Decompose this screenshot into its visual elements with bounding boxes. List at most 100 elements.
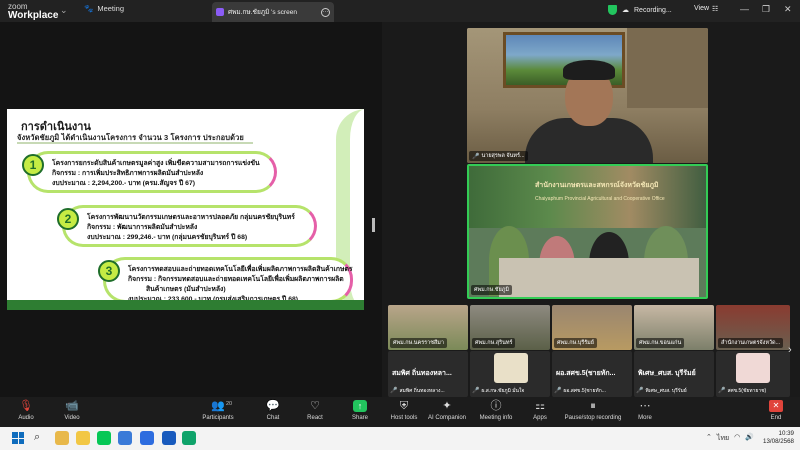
participant-tile[interactable]: ผอ.สศข.5(ชายทัก... 🎤 ผอ.สศข.5(ชายทัก... [552,351,632,397]
wifi-icon[interactable]: ◠ [734,433,740,444]
tab-meeting[interactable]: 🐾 Meeting [84,4,124,13]
thumbnail-nameplate: ศพม.กษ.บุรีรัมย์ [554,338,598,348]
tile-nameplate: 🎤 สศข.5(ชัยทายาช) [718,387,766,395]
chat-icon: 💬 [266,400,280,412]
line-app-icon[interactable] [97,431,111,445]
minimize-icon[interactable]: — [740,4,749,14]
chevron-up-icon[interactable]: ⌃ [706,433,712,444]
video-button[interactable]: 📹 Video [50,400,94,421]
react-label: React [307,415,323,421]
pause-recording-button[interactable]: ⏸ Pause/stop recording [560,400,626,421]
thumbnail-name: สำนักงานเกษตรจังหวัด... [721,340,781,346]
tile-sub-name: สศข.5(ชัยทายาช) [727,388,767,394]
thumbnail-video[interactable]: ศพม.กษ.สุรินทร์ [470,305,550,350]
chrome-icon[interactable] [55,431,69,445]
windows-taskbar: ⌕ ⌃ ไทย ◠ 🔊 10:39 13/08/2568 [0,427,800,450]
ai-companion-label: AI Companion [427,415,467,421]
search-icon[interactable]: ⌕ [34,431,48,445]
clock[interactable]: 10:39 13/08/2568 [763,430,794,446]
shield-icon [608,5,617,15]
apps-button[interactable]: ⚏ Apps [518,400,562,421]
participant-tile[interactable]: สมพิศ ถิ่นทองหลา... 🎤 สมพิศ ถิ่นทองหลาง..… [388,351,468,397]
audio-button[interactable]: 🎙 Audio [4,400,48,421]
people-icon: 👥 [211,400,225,412]
meeting-icon: 🐾 [84,4,94,13]
shield-icon: ⛨ [399,400,409,412]
host-tools-button[interactable]: ⛨ Host tools [382,400,426,421]
chevron-down-icon[interactable]: ⌄ [60,5,68,16]
thumbnail-video[interactable]: ศพม.กษ.ขอนแก่น [634,305,714,350]
cloud-icon: ☁ [622,7,629,14]
language-indicator[interactable]: ไทย [717,433,729,444]
more-button[interactable]: ⋯ More [623,400,667,421]
split-resize-handle[interactable] [372,218,375,232]
apps-icon: ⚏ [535,400,545,412]
project-item-1: 1 โครงการยกระดับสินค้าเกษตรมูลค่าสูง เพิ… [22,151,277,193]
tile-sub-name: สมพิศ ถิ่นทองหลาง... [399,388,445,394]
react-button[interactable]: ♡ React [293,400,337,421]
mic-muted-icon: 🎤 [390,388,398,394]
participants-count: 20 [226,401,233,407]
folder-icon[interactable] [76,431,90,445]
tab-shared-screen[interactable]: ศพม.กษ.ชัยภูมิ 's screen ··· [212,2,334,22]
thumbnail-video[interactable]: ศพม.กษ.นครราชสีมา [388,305,468,350]
slide-divider [17,142,253,144]
mic-muted-icon: 🎤 [472,153,480,160]
windows-start-icon[interactable] [12,432,24,444]
thumbnail-name: ศพม.กษ.นครราชสีมา [393,340,444,346]
view-button[interactable]: View ☷ [694,5,718,13]
maximize-icon[interactable]: ❐ [762,4,770,15]
thumbnail-video[interactable]: สำนักงานเกษตรจังหวัด... [716,305,790,350]
project-item-2: 2 โครงการพัฒนานวัตกรรมเกษตรและอาหารปลอดภ… [57,205,317,247]
meeting-toolbar: 🎙 Audio 📹 Video 👥 20 Participants 💬 Chat… [0,397,800,427]
recording-label: Recording... [634,6,672,14]
thumbnail-nameplate: ศพม.กษ.นครราชสีมา [390,338,447,348]
participants-button[interactable]: 👥 20 Participants [196,400,240,421]
share-button[interactable]: ↑ Share [338,400,382,421]
tile-name: ผอ.สศข.5(ชายทัก... [556,370,616,377]
close-icon[interactable]: ✕ [784,4,792,15]
mic-muted-icon: 🎤 [554,388,562,394]
participant-tile[interactable]: พิเศษ_ศบส. บุรีรัมย์ 🎤 พิเศษ_ศบส. บุรีรัม… [634,351,714,397]
chat-button[interactable]: 💬 Chat [251,400,295,421]
ai-companion-button[interactable]: ✦ AI Companion [425,400,469,421]
title-bar: zoom Workplace ⌄ 🐾 Meeting ศพม.กษ.ชัยภูม… [0,0,800,22]
project-budget: งบประมาณ : 2,294,200.- บาท (ครม.สัญจร ปี… [52,180,195,187]
more-options-icon[interactable]: ··· [321,7,330,17]
chat-label: Chat [266,415,280,421]
pause-icon: ⏸ [590,400,596,412]
app-icon[interactable] [182,431,196,445]
chevron-right-icon[interactable]: › [788,344,792,356]
meeting-info-button[interactable]: ⓘ Meeting info [474,400,518,421]
participant-video-2[interactable]: สำนักงานเกษตรและสหกรณ์จังหวัดชัยภูมิ Cha… [467,164,708,299]
share-screen-icon: ↑ [353,400,367,412]
camera-off-icon: 📹 [65,400,79,412]
project-item-3: 3 โครงการทดสอบและถ่ายทอดเทคโนโลยีเพื่อเพ… [98,257,353,303]
end-button[interactable]: ✕ End [754,400,798,421]
participant-name: ศพม.กษ.ชัยภูมิ [474,287,509,293]
participant-video-1[interactable]: 🎤 นายสุรพล จันทร์... [467,28,708,163]
banner-thai-text: สำนักงานเกษตรและสหกรณ์จังหวัดชัยภูมิ [535,182,659,189]
shelf [627,28,708,108]
avatar [736,353,770,383]
system-tray[interactable]: ⌃ ไทย ◠ 🔊 [706,433,754,444]
participant-tile[interactable]: 🎤 ผ.ส.กษ.ชัยภูมิ มั่นใจ [470,351,550,397]
meeting-table [499,258,699,297]
heart-icon: ♡ [310,400,320,412]
volume-icon[interactable]: 🔊 [745,433,754,444]
ai-app-icon[interactable] [118,431,132,445]
participant-tile[interactable]: 🎤 สศข.5(ชัยทายาช) [716,351,790,397]
more-label: More [638,415,652,421]
participant-hair [563,60,615,80]
tab-meeting-label: Meeting [97,4,125,13]
presentation-slide: การดำเนินงาน จังหวัดชัยภูมิ ได้ดำเนินงาน… [7,109,364,310]
word-icon[interactable] [162,431,176,445]
tile-nameplate: 🎤 สมพิศ ถิ่นทองหลาง... [390,387,445,395]
thumbnail-name: ศพม.กษ.บุรีรัมย์ [557,340,595,346]
thumbnail-video[interactable]: ศพม.กษ.บุรีรัมย์ [552,305,632,350]
zoom-app-icon[interactable] [140,431,154,445]
recording-indicator[interactable]: ☁ Recording... [608,5,672,15]
project-number: 2 [57,208,79,230]
end-call-icon: ✕ [769,400,783,412]
clock-date: 13/08/2568 [763,438,794,445]
